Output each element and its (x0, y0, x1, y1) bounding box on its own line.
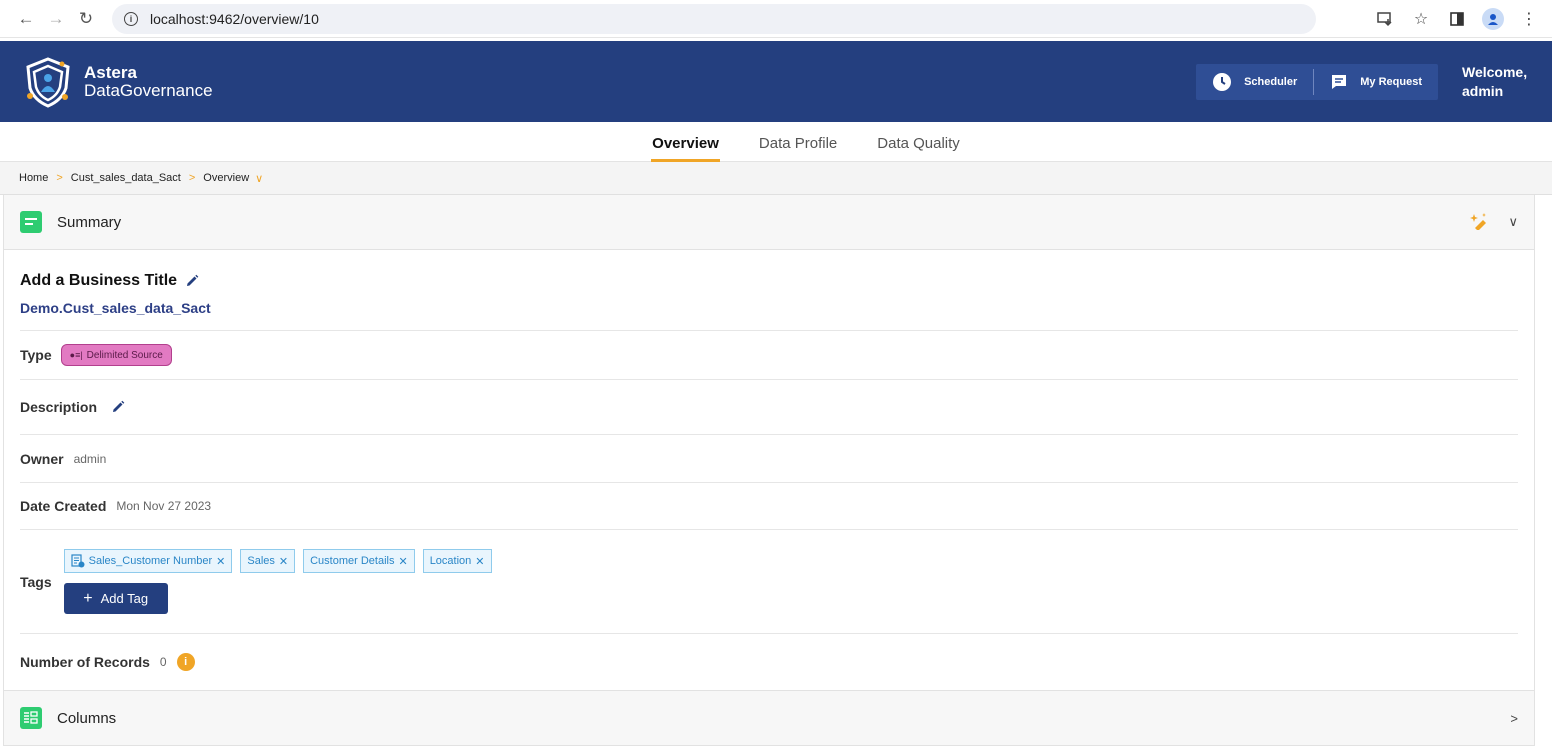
summary-title: Summary (57, 213, 122, 231)
edit-title-pencil-icon[interactable] (185, 274, 199, 288)
tags-label: Tags (20, 573, 52, 590)
address-bar[interactable]: i localhost:9462/overview/10 (112, 3, 1316, 34)
remove-tag-icon[interactable]: ✕ (475, 555, 484, 568)
side-panel-icon[interactable] (1446, 8, 1468, 30)
plus-icon: + (83, 589, 93, 607)
chevron-down-icon[interactable]: ∨ (255, 172, 263, 185)
breadcrumb-dataset[interactable]: Cust_sales_data_Sact (71, 172, 181, 184)
scheduler-label: Scheduler (1244, 75, 1298, 88)
date-created-label: Date Created (20, 498, 107, 514)
astera-shield-icon (26, 56, 70, 108)
browser-toolbar: ← → ↻ i localhost:9462/overview/10 ☆ ⋮ (0, 0, 1552, 38)
tag-list: Sales_Customer Number ✕ Sales ✕ Customer… (63, 549, 492, 573)
magic-wand-icon[interactable] (1470, 212, 1490, 233)
type-value: Delimited Source (86, 349, 163, 361)
add-tag-button[interactable]: + Add Tag (63, 583, 168, 614)
records-label: Number of Records (20, 654, 150, 670)
remove-tag-icon[interactable]: ✕ (279, 555, 288, 568)
my-request-label: My Request (1360, 75, 1422, 88)
welcome-greeting: Welcome, (1462, 63, 1528, 80)
more-menu-icon[interactable]: ⋮ (1518, 8, 1540, 30)
my-request-button[interactable]: My Request (1314, 64, 1438, 100)
info-icon[interactable]: i (176, 653, 195, 671)
clock-icon (1212, 72, 1232, 92)
tag-chip[interactable]: Sales ✕ (240, 549, 296, 573)
back-icon[interactable]: ← (12, 5, 40, 33)
forward-icon[interactable]: → (42, 5, 70, 33)
tag-text: Sales (247, 555, 275, 567)
description-label: Description (20, 399, 98, 415)
collapse-chevron-icon[interactable]: ∨ (1508, 214, 1518, 230)
type-row: Type ●≡| Delimited Source (20, 331, 1518, 380)
tags-row: Tags Sales_Customer Number ✕ Sales ✕ Cus… (20, 530, 1518, 634)
remove-tag-icon[interactable]: ✕ (216, 555, 225, 568)
columns-icon (20, 707, 42, 729)
tab-bar: Overview Data Profile Data Quality (0, 122, 1552, 162)
tag-chip[interactable]: Customer Details ✕ (303, 549, 415, 573)
description-row: Description (20, 380, 1518, 435)
tag-text: Sales_Customer Number (88, 555, 213, 567)
logo-product: DataGovernance (84, 80, 213, 100)
welcome-username: admin (1462, 82, 1504, 99)
chevron-right-icon: > (188, 172, 196, 184)
reload-icon[interactable]: ↻ (72, 5, 100, 33)
edit-description-pencil-icon[interactable] (111, 400, 125, 414)
qualified-name: Demo.Cust_sales_data_Sact (20, 300, 211, 316)
url-text: localhost:9462/overview/10 (150, 10, 319, 27)
app-header: Astera DataGovernance Scheduler My Reque… (0, 38, 1552, 122)
breadcrumb: Home > Cust_sales_data_Sact > Overview ∨ (0, 162, 1552, 195)
tag-text: Customer Details (310, 555, 395, 567)
bookmark-star-icon[interactable]: ☆ (1410, 8, 1432, 30)
columns-header[interactable]: Columns > (4, 690, 1534, 745)
logo-brand: Astera (84, 62, 137, 82)
type-badge: ●≡| Delimited Source (60, 344, 172, 366)
tag-chip[interactable]: Sales_Customer Number ✕ (63, 549, 233, 573)
business-title: Add a Business Title (20, 272, 178, 289)
breadcrumb-current[interactable]: Overview (203, 172, 249, 184)
remove-tag-icon[interactable]: ✕ (398, 555, 407, 568)
summary-icon (20, 211, 42, 233)
tab-data-quality[interactable]: Data Quality (857, 135, 980, 161)
glossary-term-icon (71, 554, 85, 568)
delimited-source-icon: ●≡| (69, 350, 83, 360)
chevron-right-icon: > (56, 172, 63, 184)
tag-text: Location (429, 555, 472, 567)
breadcrumb-home[interactable]: Home (19, 172, 48, 184)
tab-data-profile[interactable]: Data Profile (739, 135, 857, 161)
install-app-icon[interactable] (1374, 8, 1396, 30)
owner-value: admin (73, 451, 107, 466)
owner-label: Owner (20, 450, 64, 467)
app-logo[interactable]: Astera DataGovernance (22, 56, 213, 108)
summary-header[interactable]: Summary ∨ (4, 195, 1534, 250)
profile-avatar-icon[interactable] (1482, 7, 1504, 30)
records-row: Number of Records 0 i (20, 634, 1518, 690)
scheduler-button[interactable]: Scheduler (1196, 64, 1313, 100)
tag-chip[interactable]: Location ✕ (422, 549, 492, 573)
owner-row: Owner admin (20, 435, 1518, 483)
columns-title: Columns (57, 709, 117, 727)
records-value: 0 (159, 655, 167, 669)
welcome-text[interactable]: Welcome, admin (1462, 63, 1530, 101)
type-label: Type (20, 347, 52, 363)
expand-chevron-icon[interactable]: > (1510, 711, 1518, 726)
summary-panel: Summary ∨ Add a Business Title Demo.Cust… (3, 195, 1535, 746)
chat-icon (1330, 73, 1348, 91)
site-info-icon[interactable]: i (124, 11, 138, 26)
date-created-row: Date Created Mon Nov 27 2023 (20, 483, 1518, 530)
add-tag-label: Add Tag (100, 591, 149, 606)
tab-overview[interactable]: Overview (632, 135, 739, 162)
date-created-value: Mon Nov 27 2023 (116, 499, 212, 513)
